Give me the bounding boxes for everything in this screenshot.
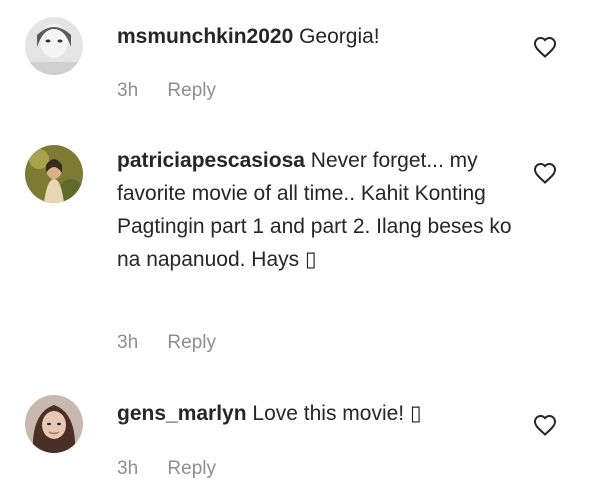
avatar[interactable]: [25, 145, 83, 203]
comment-username[interactable]: msmunchkin2020: [117, 25, 293, 48]
avatar[interactable]: [25, 395, 83, 453]
comment-time: 3h: [117, 80, 139, 101]
comment-meta: 3h Reply: [117, 80, 216, 102]
comment-item: msmunchkin2020 Georgia! 3h Reply: [0, 0, 600, 120]
avatar[interactable]: [25, 17, 83, 75]
comment-meta: 3h Reply: [117, 458, 216, 480]
comment-item: patriciapescasiosa Never forget... my fa…: [0, 120, 600, 370]
comment-time: 3h: [117, 332, 139, 353]
comment-body: gens_marlyn Love this movie! ▯: [117, 397, 527, 430]
heart-outline-icon[interactable]: [533, 414, 557, 436]
comment-text: Georgia!: [299, 25, 380, 48]
comment-item: gens_marlyn Love this movie! ▯ 3h Reply: [0, 370, 600, 503]
heart-outline-icon[interactable]: [533, 162, 557, 184]
comment-body: patriciapescasiosa Never forget... my fa…: [117, 144, 527, 276]
comment-body: msmunchkin2020 Georgia!: [117, 20, 527, 53]
comment-time: 3h: [117, 458, 139, 479]
heart-outline-icon[interactable]: [533, 36, 557, 58]
reply-button[interactable]: Reply: [167, 332, 216, 353]
comment-meta: 3h Reply: [117, 332, 216, 354]
comment-username[interactable]: patriciapescasiosa: [117, 149, 305, 172]
comment-username[interactable]: gens_marlyn: [117, 402, 247, 425]
reply-button[interactable]: Reply: [167, 458, 216, 479]
reply-button[interactable]: Reply: [167, 80, 216, 101]
comment-text: Love this movie! ▯: [252, 402, 422, 425]
